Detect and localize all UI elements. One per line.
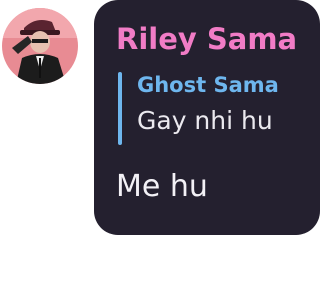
reply-text: Gay nhi hu <box>137 106 273 135</box>
quoted-reply[interactable]: Ghost Sama Gay nhi hu <box>118 72 308 145</box>
message-text: Me hu <box>116 169 208 204</box>
reply-quote-bar <box>118 72 122 145</box>
chat-message: Riley Sama Ghost Sama Gay nhi hu Me hu <box>0 0 320 282</box>
avatar-photo-icon <box>2 8 78 84</box>
reply-sender-name: Ghost Sama <box>137 73 279 97</box>
sender-name[interactable]: Riley Sama <box>116 22 297 56</box>
sender-avatar[interactable] <box>2 8 78 84</box>
message-bubble[interactable]: Riley Sama Ghost Sama Gay nhi hu Me hu <box>94 0 320 235</box>
